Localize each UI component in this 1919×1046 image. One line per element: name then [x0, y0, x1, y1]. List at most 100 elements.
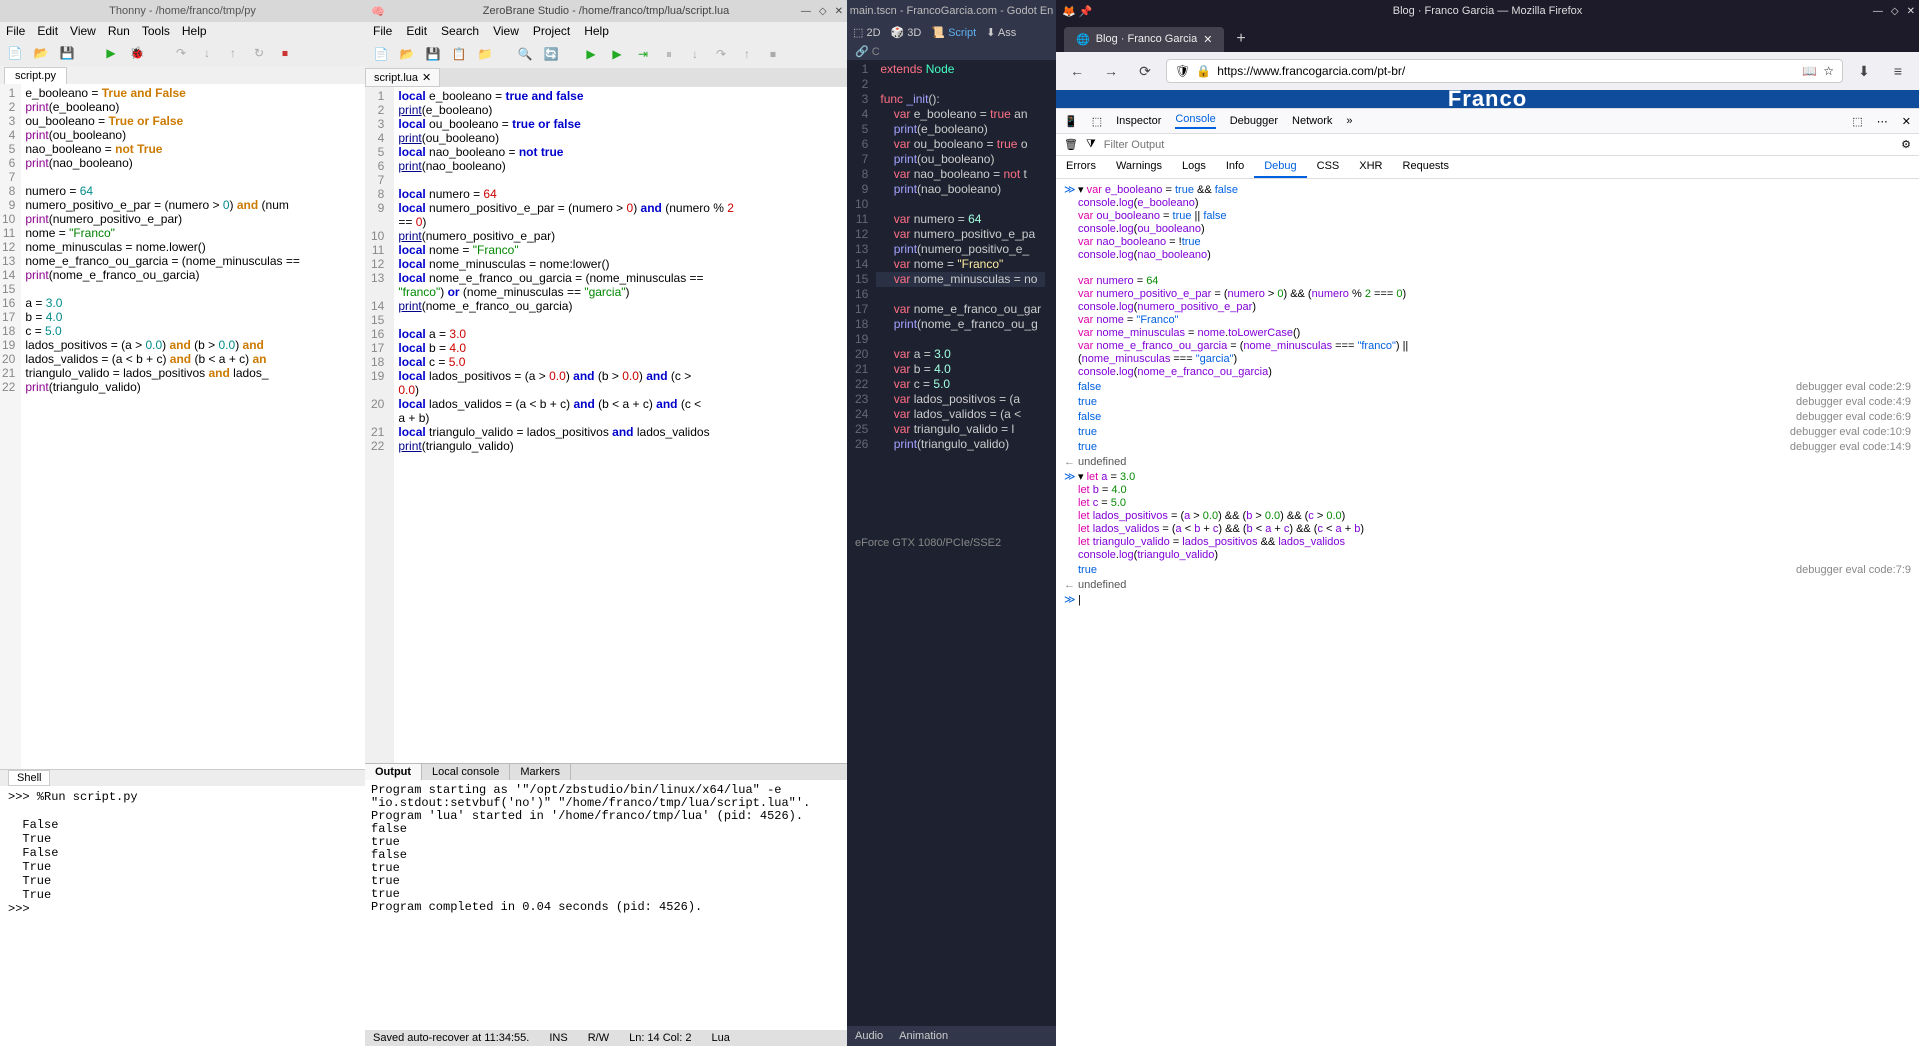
reader-icon[interactable]: 📖 — [1802, 64, 1817, 78]
bookmark-icon[interactable]: ☆ — [1823, 64, 1834, 78]
menu-view[interactable]: View — [493, 24, 519, 38]
gd-bottom-animation[interactable]: Animation — [899, 1030, 948, 1042]
tab-debugger[interactable]: Debugger — [1230, 115, 1278, 127]
console-filterbar: 🗑 ⧩ ⚙ — [1056, 134, 1919, 156]
filter-input[interactable] — [1104, 139, 1893, 151]
close-tab-icon[interactable]: ✕ — [1203, 33, 1212, 46]
tab-markers[interactable]: Markers — [510, 764, 571, 780]
thonny-shell[interactable]: >>> %Run script.py False True False True… — [0, 786, 365, 1046]
find-icon[interactable]: 🔍 — [515, 44, 535, 64]
maximize-icon[interactable]: ◇ — [1891, 6, 1899, 17]
gd-subbar: 🔗 C — [847, 43, 1056, 60]
subtab-info[interactable]: Info — [1216, 156, 1254, 178]
run-to-cursor-icon[interactable]: ⇥ — [633, 44, 653, 64]
zb-file-tab[interactable]: script.lua ✕ — [365, 68, 440, 87]
shell-tab[interactable]: Shell — [8, 770, 50, 786]
menu-file[interactable]: File — [373, 24, 392, 38]
stop-icon[interactable]: ⏹ — [763, 44, 783, 64]
replace-icon[interactable]: 🔄 — [541, 44, 561, 64]
menu-view[interactable]: View — [70, 24, 96, 38]
shield-icon[interactable]: 🛡 — [1175, 64, 1190, 78]
run-icon[interactable]: ▶ — [581, 44, 601, 64]
menu-help[interactable]: Help — [584, 24, 609, 38]
resume-icon[interactable]: ↻ — [250, 44, 268, 62]
close-icon[interactable]: ✕ — [835, 6, 843, 17]
subtab-warnings[interactable]: Warnings — [1106, 156, 1172, 178]
step-into-icon[interactable]: ↓ — [685, 44, 705, 64]
open-icon[interactable]: 📂 — [32, 44, 50, 62]
menu-search[interactable]: Search — [441, 24, 479, 38]
dock-icon[interactable]: ⬚ — [1852, 115, 1862, 128]
subtab-debug[interactable]: Debug — [1254, 156, 1306, 178]
menu-button[interactable]: ≡ — [1885, 58, 1911, 84]
menu-run[interactable]: Run — [108, 24, 130, 38]
project-icon[interactable]: 📁 — [475, 44, 495, 64]
new-tab-button[interactable]: + — [1228, 26, 1253, 52]
close-icon[interactable]: ✕ — [1907, 6, 1915, 17]
menu-tools[interactable]: Tools — [142, 24, 170, 38]
run-continue-icon[interactable]: ▶ — [607, 44, 627, 64]
subtab-logs[interactable]: Logs — [1172, 156, 1216, 178]
devtools-menu-icon[interactable]: ⋯ — [1877, 115, 1888, 128]
zb-editor[interactable]: 12345678910111213141516171819202122 loca… — [365, 87, 847, 763]
open-icon[interactable]: 📂 — [397, 44, 417, 64]
gd-tab-2d[interactable]: ⬚ 2D — [853, 26, 881, 39]
zb-output[interactable]: Program starting as '"/opt/zbstudio/bin/… — [365, 780, 847, 1030]
back-button[interactable]: ← — [1064, 58, 1090, 84]
menu-project[interactable]: Project — [533, 24, 570, 38]
debug-icon[interactable]: 🐞 — [128, 44, 146, 62]
maximize-icon[interactable]: ◇ — [819, 6, 827, 17]
subtab-errors[interactable]: Errors — [1056, 156, 1106, 178]
settings-icon[interactable]: ⚙ — [1901, 138, 1911, 151]
gd-bottom-audio[interactable]: Audio — [855, 1030, 883, 1042]
more-tabs-icon[interactable]: » — [1346, 115, 1352, 127]
tab-local-console[interactable]: Local console — [422, 764, 510, 780]
new-file-icon[interactable]: 📄 — [6, 44, 24, 62]
inspector-icon[interactable]: ⬚ — [1092, 115, 1102, 128]
pause-icon[interactable]: ⏸ — [659, 44, 679, 64]
close-devtools-icon[interactable]: ✕ — [1902, 115, 1911, 128]
thonny-code[interactable]: e_booleano = True and Falseprint(e_boole… — [21, 84, 304, 769]
gd-code[interactable]: extends Nodefunc _init(): var e_booleano… — [876, 60, 1045, 533]
menu-file[interactable]: File — [6, 24, 25, 38]
step-out-icon[interactable]: ↑ — [737, 44, 757, 64]
step-into-icon[interactable]: ↓ — [198, 44, 216, 62]
new-icon[interactable]: 📄 — [371, 44, 391, 64]
close-tab-icon[interactable]: ✕ — [422, 71, 431, 84]
thonny-file-tab[interactable]: script.py — [4, 67, 67, 84]
reload-button[interactable]: ⟳ — [1132, 58, 1158, 84]
stop-icon[interactable]: ⏹ — [276, 44, 294, 62]
forward-button[interactable]: → — [1098, 58, 1124, 84]
step-over-icon[interactable]: ↷ — [172, 44, 190, 62]
gd-tab-ass[interactable]: ⬇ Ass — [986, 26, 1016, 39]
device-icon[interactable]: 📱 — [1064, 115, 1078, 128]
step-out-icon[interactable]: ↑ — [224, 44, 242, 62]
address-bar[interactable]: 🛡 🔒 https://www.francogarcia.com/pt-br/ … — [1166, 59, 1843, 83]
menu-help[interactable]: Help — [182, 24, 207, 38]
tab-console[interactable]: Console — [1175, 113, 1215, 129]
save-all-icon[interactable]: 📋 — [449, 44, 469, 64]
run-icon[interactable]: ▶ — [102, 44, 120, 62]
gd-editor[interactable]: 1234567891011121314151617181920212223242… — [847, 60, 1056, 533]
thonny-editor[interactable]: 12345678910111213141516171819202122 e_bo… — [0, 84, 365, 769]
clear-icon[interactable]: 🗑 — [1064, 138, 1078, 151]
subtab-xhr[interactable]: XHR — [1349, 156, 1392, 178]
console-output[interactable]: ≫▾ var e_booleano = true && false consol… — [1056, 179, 1919, 1046]
tab-network[interactable]: Network — [1292, 115, 1332, 127]
save-icon[interactable]: 💾 — [58, 44, 76, 62]
minimize-icon[interactable]: — — [801, 6, 811, 17]
save-icon[interactable]: 💾 — [423, 44, 443, 64]
gd-tab-script[interactable]: 📜 Script — [931, 26, 976, 39]
minimize-icon[interactable]: — — [1873, 6, 1883, 17]
subtab-css[interactable]: CSS — [1307, 156, 1350, 178]
zb-code[interactable]: local e_booleano = true and falseprint(e… — [394, 87, 738, 763]
menu-edit[interactable]: Edit — [406, 24, 427, 38]
pocket-icon[interactable]: ⬇ — [1851, 58, 1877, 84]
tab-output[interactable]: Output — [365, 764, 422, 780]
gd-tab-3d[interactable]: 🎲 3D — [891, 26, 922, 39]
tab-inspector[interactable]: Inspector — [1116, 115, 1161, 127]
menu-edit[interactable]: Edit — [37, 24, 58, 38]
ff-tab[interactable]: 🌐 Blog · Franco Garcia ✕ — [1064, 27, 1224, 52]
subtab-requests[interactable]: Requests — [1393, 156, 1459, 178]
step-over-icon[interactable]: ↷ — [711, 44, 731, 64]
